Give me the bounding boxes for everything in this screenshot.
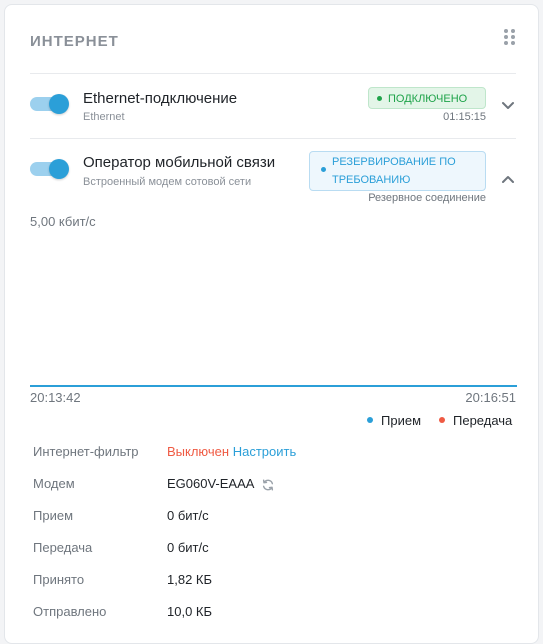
chevron-up-icon[interactable] — [500, 171, 516, 187]
legend-rx-dot — [367, 416, 373, 423]
modem-label: Модем — [33, 476, 75, 491]
configure-filter-link[interactable]: Настроить — [233, 444, 297, 459]
ethernet-toggle[interactable] — [30, 94, 70, 114]
mobile-toggle[interactable] — [30, 159, 70, 179]
internet-widget: ИНТЕРНЕТ Ethernet-подключение Ethernet П… — [4, 4, 539, 644]
received-value: 1,82 КБ — [167, 572, 213, 587]
rx-value: 0 бит/с — [167, 508, 209, 523]
chevron-down-icon[interactable] — [500, 98, 516, 114]
chart-y-max-label: 5,00 кбит/с — [30, 214, 96, 229]
legend-tx-dot — [439, 416, 445, 423]
traffic-chart — [30, 385, 517, 387]
toggle-knob — [49, 94, 69, 114]
refresh-icon[interactable] — [261, 478, 275, 492]
tx-label: Передача — [33, 540, 93, 555]
mobile-role: Резервное соединение — [368, 192, 486, 204]
legend-rx: Прием — [367, 413, 421, 428]
status-badge-label: ПОДКЛЮЧЕНО — [388, 93, 468, 105]
status-dot — [321, 167, 326, 172]
status-badge-backup: РЕЗЕРВИРОВАНИЕ ПО ТРЕБОВАНИЮ — [309, 151, 486, 191]
legend-tx: Передача — [439, 413, 512, 428]
tx-value: 0 бит/с — [167, 540, 209, 555]
drag-handle-icon[interactable] — [504, 29, 518, 49]
sent-label: Отправлено — [33, 604, 107, 619]
chart-x-end-label: 20:16:51 — [465, 390, 516, 405]
mobile-name: Оператор мобильной связи — [83, 154, 276, 171]
filter-label: Интернет-фильтр — [33, 444, 139, 459]
mobile-type: Встроенный модем сотовой сети — [83, 176, 252, 188]
rx-label: Прием — [33, 508, 74, 523]
filter-value-row: Выключен Настроить — [167, 444, 296, 459]
status-dot — [377, 95, 382, 101]
legend-tx-label: Передача — [453, 413, 513, 428]
status-badge-connected: ПОДКЛЮЧЕНО — [368, 87, 486, 109]
legend-rx-label: Прием — [381, 413, 422, 428]
toggle-knob — [49, 159, 69, 179]
divider — [30, 73, 516, 74]
filter-status: Выключен — [167, 444, 230, 459]
status-badge-line2: ТРЕБОВАНИЮ — [332, 174, 411, 186]
ethernet-uptime: 01:15:15 — [443, 111, 486, 123]
ethernet-type: Ethernet — [83, 111, 125, 123]
divider — [30, 138, 516, 139]
modem-value: EG060V-EAAA — [167, 476, 255, 491]
sent-value: 10,0 КБ — [167, 604, 213, 619]
chart-x-start-label: 20:13:42 — [30, 390, 81, 405]
ethernet-name: Ethernet-подключение — [83, 90, 238, 107]
widget-title: ИНТЕРНЕТ — [30, 33, 119, 50]
received-label: Принято — [33, 572, 85, 587]
status-badge-line1: РЕЗЕРВИРОВАНИЕ ПО — [332, 156, 456, 168]
